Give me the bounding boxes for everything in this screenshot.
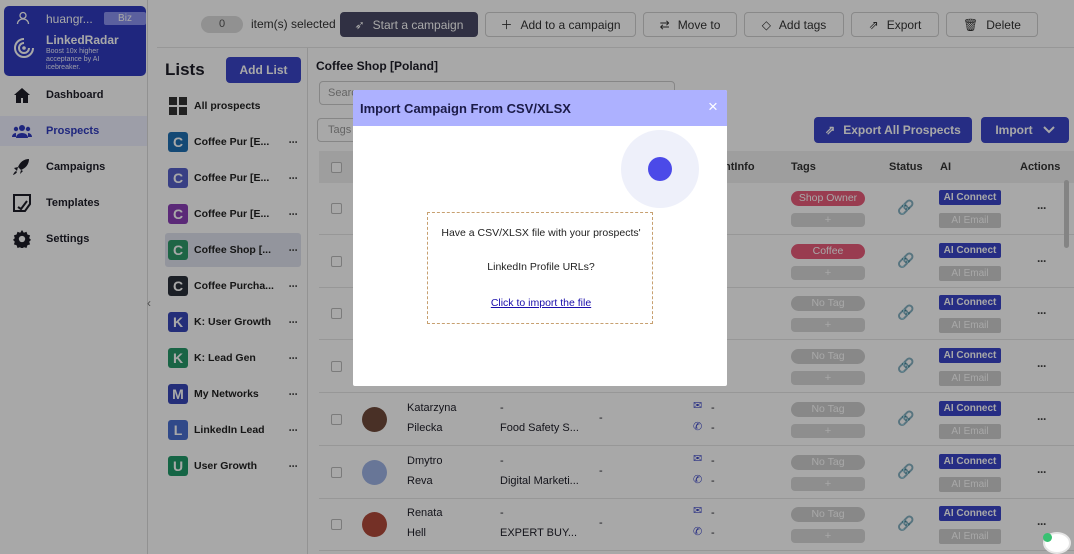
modal-header: Import Campaign From CSV/XLSX × <box>353 90 727 126</box>
close-icon[interactable]: × <box>708 98 718 115</box>
drop-text-line1: Have a CSV/XLSX file with your prospects… <box>441 227 641 239</box>
import-modal: Import Campaign From CSV/XLSX × Have a C… <box>353 90 727 386</box>
drop-text-line2: LinkedIn Profile URLs? <box>487 261 595 273</box>
import-file-link[interactable]: Click to import the file <box>428 297 654 309</box>
chat-avatar[interactable] <box>1043 532 1071 554</box>
file-drop-zone[interactable]: Have a CSV/XLSX file with your prospects… <box>427 212 653 324</box>
modal-title: Import Campaign From CSV/XLSX <box>360 101 571 116</box>
loading-spinner <box>621 130 699 208</box>
